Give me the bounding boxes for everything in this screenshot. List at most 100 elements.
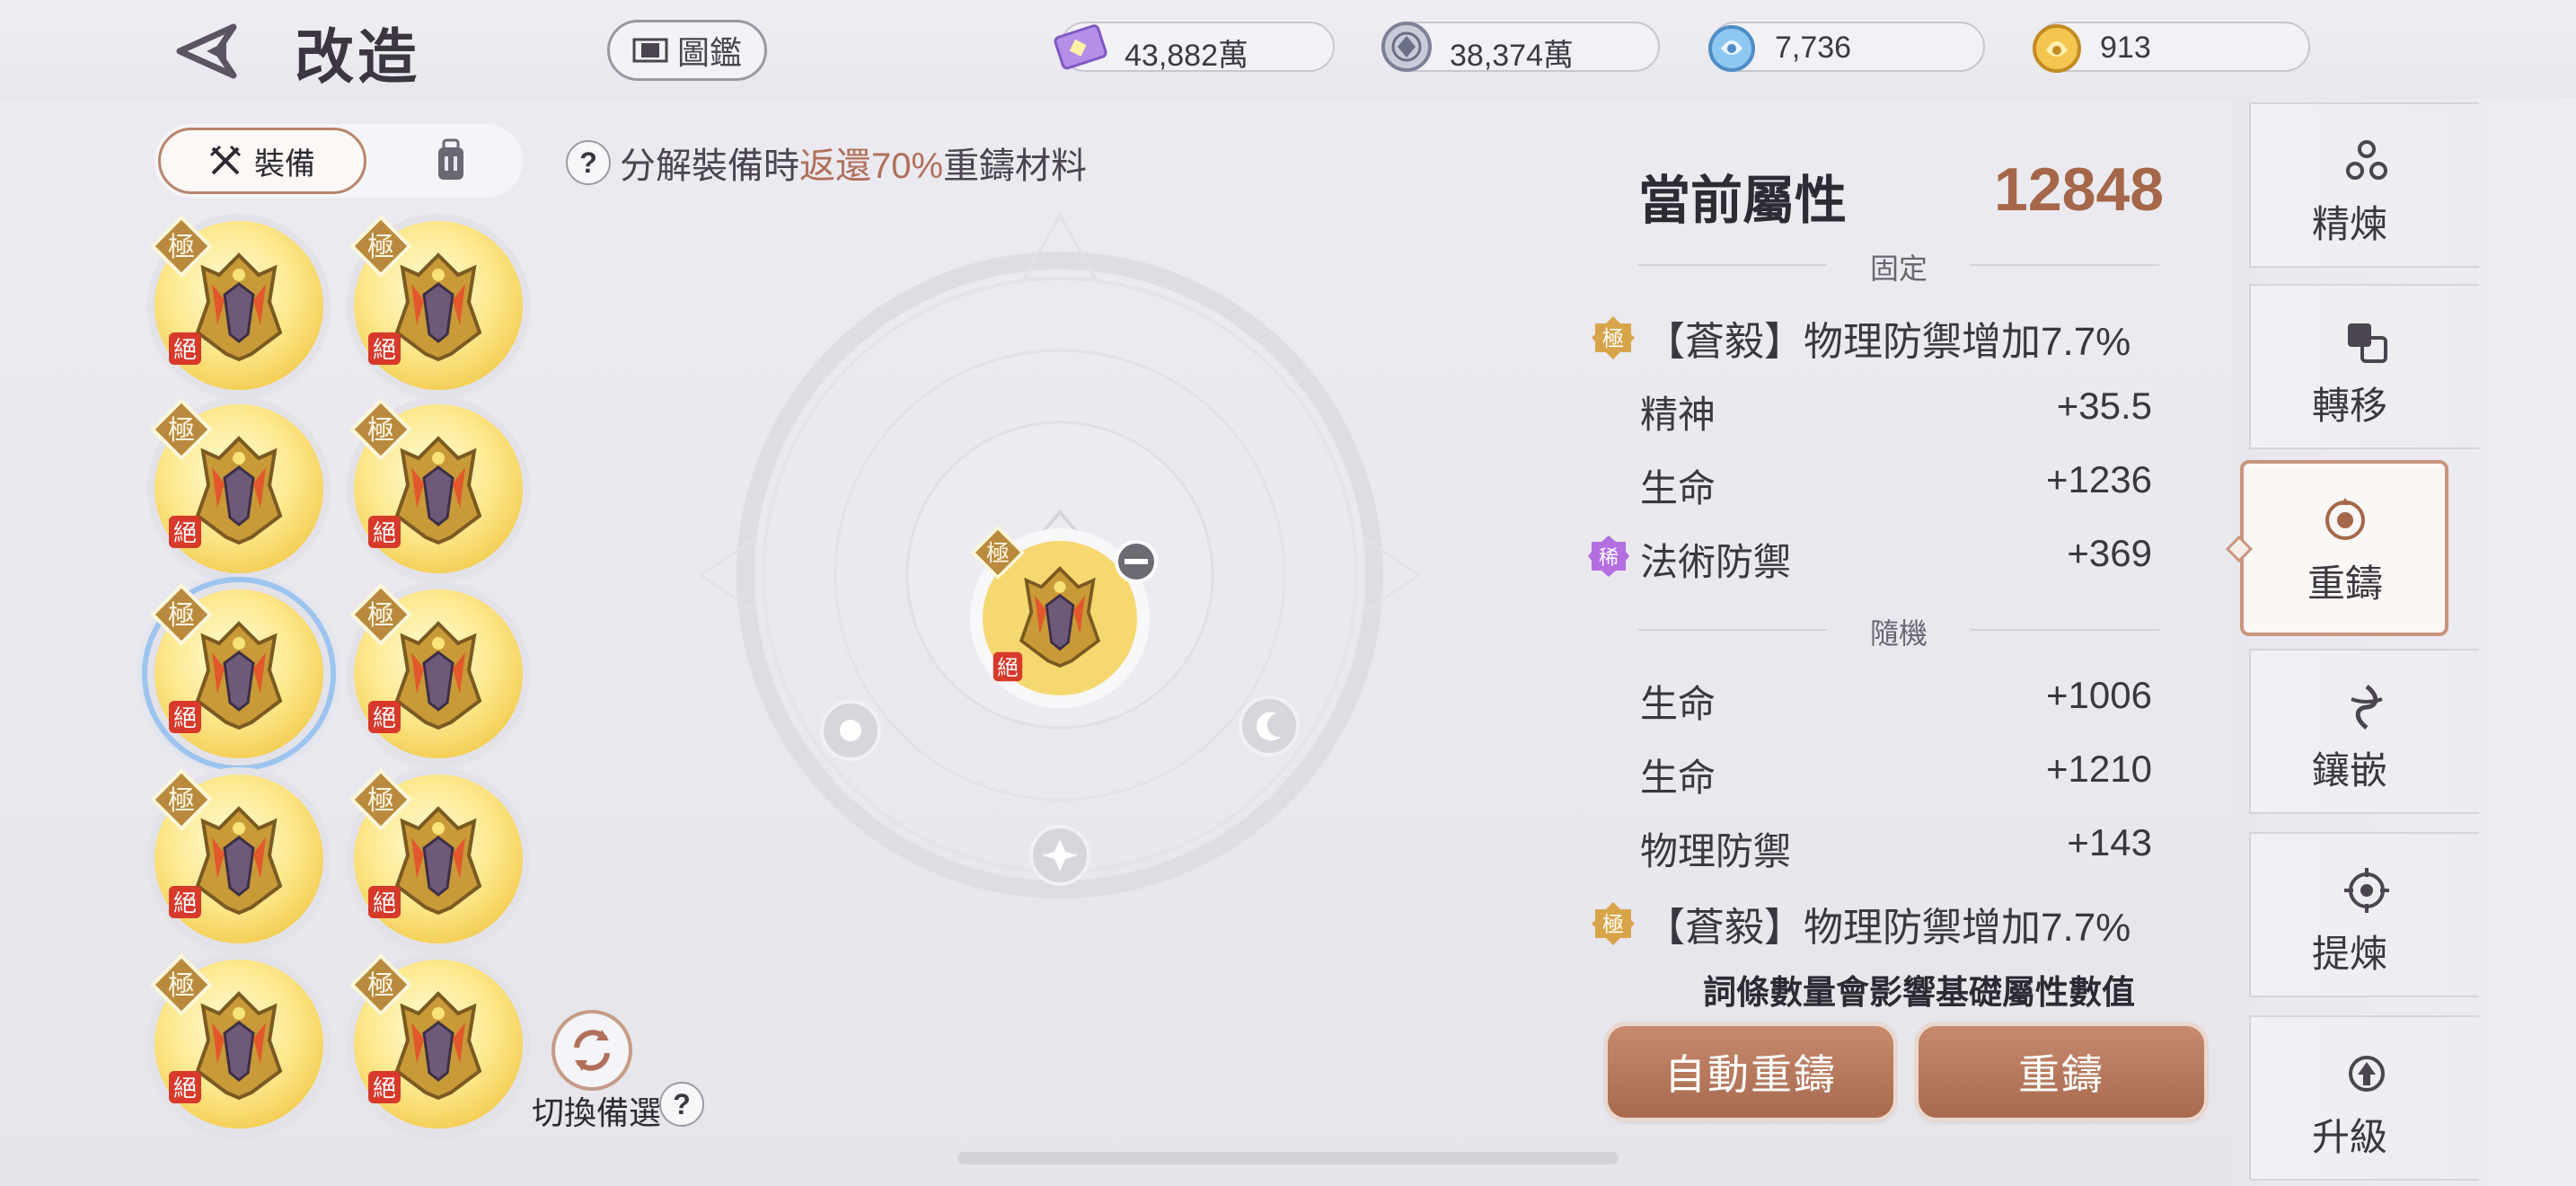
jue-badge [366, 1069, 402, 1105]
svg-text:極: 極 [1602, 326, 1624, 351]
sidenav-item-inlay[interactable]: 鑲嵌 [2249, 649, 2479, 814]
random-special-attribute: 極 【蒼毅】物理防禦增加7.7% [1590, 895, 2130, 952]
transfer-icon [2348, 323, 2387, 363]
reforge-icon [2325, 498, 2365, 540]
currency-purple-value: 43,882萬 [1125, 39, 1248, 73]
xi-rare-icon: 稀 [1588, 535, 1629, 577]
inventory-tabs: 裝備 [154, 124, 523, 198]
jue-badge [167, 514, 203, 550]
auto-reforge-button[interactable]: 自動重鑄 [1608, 1026, 1893, 1118]
current-attributes-title: 當前屬性 [1638, 172, 1848, 230]
refine-icon [2346, 140, 2387, 180]
stat-row-magic-defense: 法術防禦 +369 [1640, 532, 2152, 583]
equipment-slot-earring[interactable] [354, 589, 523, 758]
reforge-wheel [698, 212, 1422, 898]
jue-badge [366, 884, 402, 920]
jue-badge [366, 331, 402, 367]
fixed-section-label: 固定 [1638, 246, 2159, 285]
ji-grade-badge [149, 397, 214, 462]
sidenav-item-reforge[interactable]: 重鑄 [2240, 460, 2448, 636]
sidenav-label-reforge: 重鑄 [2307, 562, 2383, 605]
sidenav-item-transfer[interactable]: 轉移 [2249, 284, 2479, 449]
stat-row-hp: 生命 +1236 [1640, 458, 2152, 509]
page-title: 改造 [295, 22, 420, 92]
guide-button[interactable]: 圖鑑 [607, 20, 767, 81]
sidenav-label-extract: 提煉 [2311, 933, 2387, 975]
sidenav-label-upgrade: 升級 [2311, 1116, 2387, 1158]
ji-grade-badge [348, 952, 413, 1017]
ji-attribute-icon: 極 [1592, 316, 1635, 359]
ji-grade-badge [149, 214, 214, 279]
equipment-slot-weapon[interactable] [154, 960, 323, 1128]
currency-gold-value: 913 [2100, 31, 2151, 65]
sidenav-item-refine[interactable]: 精煉 [2249, 102, 2479, 268]
crossed-swords-icon [209, 145, 242, 175]
sidenav-item-upgrade[interactable]: 升級 [2249, 1015, 2479, 1181]
ji-grade-badge [149, 767, 214, 832]
silver-coin-icon [1381, 22, 1432, 72]
ji-grade-badge [348, 582, 413, 647]
equipment-slot-pants-selected[interactable] [154, 589, 323, 758]
random-stat-row-phys-defense: 物理防禦 +143 [1640, 821, 2152, 872]
sidenav-label-inlay: 鑲嵌 [2311, 749, 2387, 792]
stat-row-spirit: 精神 +35.5 [1640, 385, 2152, 436]
equipment-slot-ring[interactable] [354, 774, 523, 943]
affix-note: 詞條數量會影響基礎屬性數值 [1703, 974, 2135, 1011]
sidenav-label-refine: 精煉 [2311, 203, 2387, 245]
refresh-icon [574, 1030, 610, 1071]
jue-badge [167, 1069, 203, 1105]
svg-text:稀: 稀 [1599, 547, 1619, 570]
currency-blue-value: 7,736 [1775, 31, 1852, 65]
equipment-slot-boots[interactable] [154, 774, 323, 943]
combat-power-value: 12848 [1994, 155, 2165, 224]
currency-blue[interactable]: 7,736 [1708, 22, 1985, 72]
jue-badge [167, 699, 203, 735]
currency-silver[interactable]: 38,374萬 [1381, 22, 1660, 73]
sidenav-item-extract[interactable]: 提煉 [2249, 832, 2479, 997]
jue-badge [366, 699, 402, 735]
random-stat-row-hp-1: 生命 +1006 [1640, 674, 2152, 725]
ji-grade-badge [348, 767, 413, 832]
ji-grade-badge [348, 214, 413, 279]
jue-badge [167, 884, 203, 920]
help-icon[interactable]: ? [566, 140, 611, 185]
extract-icon [2344, 868, 2389, 913]
moon-slot-icon[interactable] [1239, 695, 1300, 757]
back-arrow-icon[interactable] [171, 20, 243, 83]
ji-grade-badge [348, 397, 413, 462]
switch-backup-label: 切換備選 [532, 1094, 662, 1131]
ji-grade-badge [149, 582, 214, 647]
remove-icon[interactable] [1115, 540, 1158, 583]
currency-purple[interactable]: 43,882萬 [1054, 22, 1335, 73]
upgrade-icon [2349, 1056, 2385, 1092]
switch-backup-button[interactable] [551, 1010, 632, 1091]
tab-bag[interactable] [424, 137, 478, 187]
reforge-button[interactable]: 重鑄 [1919, 1026, 2204, 1118]
gold-coin-icon [2033, 24, 2081, 73]
ji-attribute-icon: 極 [1592, 902, 1635, 945]
equipment-slot-offhand[interactable] [354, 960, 523, 1128]
guide-label: 圖鑑 [676, 34, 742, 71]
equipment-slot-armor[interactable] [154, 404, 323, 573]
equipment-slot-helmet-1[interactable] [154, 221, 323, 390]
tab-equipment-label: 裝備 [254, 146, 315, 181]
svg-text:極: 極 [1602, 912, 1624, 937]
blue-spirit-icon [1708, 25, 1755, 72]
random-stat-row-hp-2: 生命 +1210 [1640, 748, 2152, 799]
currency-silver-value: 38,374萬 [1450, 39, 1574, 73]
equipment-slot-necklace[interactable] [354, 404, 523, 573]
equipment-slot-mask[interactable] [354, 221, 523, 390]
inlay-icon [2351, 685, 2383, 730]
jue-badge [366, 514, 402, 550]
home-indicator-bar [957, 1152, 1619, 1164]
ji-grade-badge [149, 952, 214, 1017]
sidenav-label-transfer: 轉移 [2311, 385, 2387, 427]
tab-equipment[interactable]: 裝備 [158, 128, 366, 194]
book-icon [632, 38, 668, 63]
star-slot-icon[interactable] [1029, 825, 1090, 886]
active-pointer-icon [2226, 535, 2253, 562]
currency-gold[interactable]: 913 [2033, 22, 2310, 73]
purple-ticket-icon [1054, 24, 1107, 70]
sun-slot-icon[interactable] [820, 700, 881, 761]
switch-help-icon[interactable]: ? [659, 1082, 704, 1127]
